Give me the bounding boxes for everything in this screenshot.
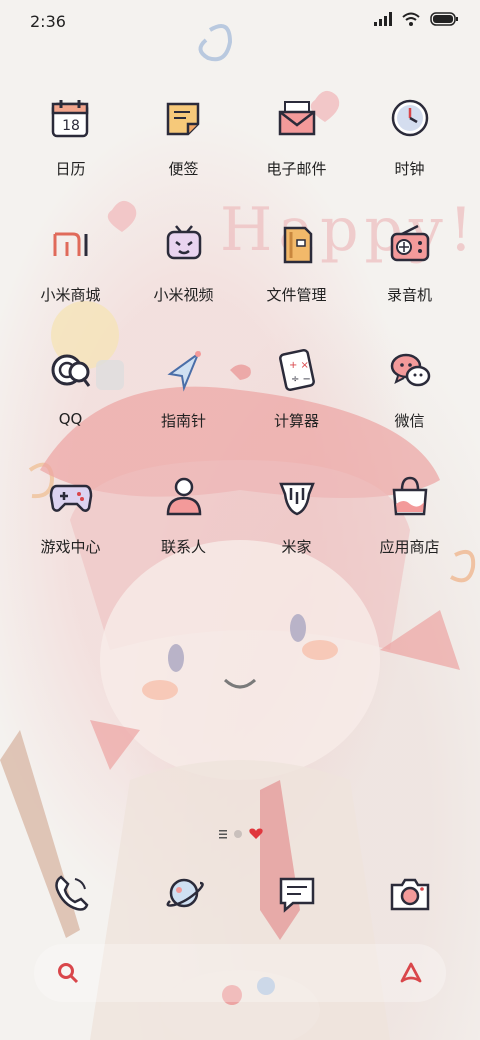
dock-messages[interactable] — [240, 868, 353, 918]
svg-text:÷ −: ÷ − — [291, 374, 311, 385]
app-label: 联系人 — [160, 538, 206, 556]
mi-store-icon — [53, 232, 87, 256]
notes-icon — [166, 102, 199, 136]
app-label: 米家 — [281, 538, 312, 556]
email-icon — [278, 101, 315, 136]
wechat-icon — [390, 353, 430, 387]
app-files[interactable]: 文件管理 — [240, 218, 353, 305]
app-game-center[interactable]: 游戏中心 — [14, 470, 127, 557]
app-label: 微信 — [394, 412, 425, 430]
app-app-store[interactable]: 应用商店 — [353, 470, 466, 557]
app-label: 便签 — [168, 160, 199, 178]
dock — [0, 848, 480, 938]
gamepad-icon — [49, 484, 92, 512]
menu-lines-icon — [219, 830, 227, 839]
calendar-icon: 18 — [51, 100, 88, 138]
app-label: 游戏中心 — [40, 538, 101, 556]
heart-icon[interactable] — [249, 828, 263, 840]
app-label: QQ — [58, 410, 83, 428]
app-label: 小米视频 — [153, 286, 214, 304]
contacts-icon — [166, 477, 201, 516]
app-mi-video[interactable]: 小米视频 — [127, 218, 240, 305]
qq-icon — [51, 354, 90, 387]
app-notes[interactable]: 便签 — [127, 92, 240, 179]
app-label: 日历 — [55, 160, 86, 178]
page-indicator — [219, 828, 263, 840]
app-qq[interactable]: QQ — [14, 344, 127, 428]
app-calendar[interactable]: 18 日历 — [14, 92, 127, 179]
app-label: 录音机 — [386, 286, 432, 304]
folder-icon — [283, 226, 312, 264]
signal-icon — [374, 12, 392, 26]
app-email[interactable]: 电子邮件 — [240, 92, 353, 179]
tv-icon — [166, 225, 201, 260]
phone-icon — [54, 875, 88, 911]
app-label: 指南针 — [160, 412, 206, 430]
app-contacts[interactable]: 联系人 — [127, 470, 240, 557]
radio-icon — [390, 224, 429, 262]
calculator-icon: + × ÷ − — [278, 348, 315, 392]
search-bar[interactable] — [34, 944, 446, 1002]
page-dot-inactive[interactable] — [234, 830, 242, 838]
planet-browser-icon — [166, 878, 204, 908]
app-calculator[interactable]: + × ÷ − 计算器 — [240, 344, 353, 431]
wifi-icon — [402, 12, 420, 26]
dock-browser[interactable] — [127, 868, 240, 918]
dock-camera[interactable] — [353, 868, 466, 918]
battery-icon — [430, 12, 458, 26]
app-recorder[interactable]: 录音机 — [353, 218, 466, 305]
status-time: 2:36 — [30, 12, 66, 31]
compass-icon — [166, 351, 201, 392]
app-label: 电子邮件 — [266, 160, 327, 178]
app-clock[interactable]: 时钟 — [353, 92, 466, 179]
search-icon[interactable] — [56, 961, 80, 985]
app-store-icon — [392, 476, 427, 516]
app-label: 时钟 — [394, 160, 425, 178]
app-label: 小米商城 — [40, 286, 101, 304]
mijia-icon — [278, 482, 315, 516]
svg-text:+ ×: + × — [289, 360, 309, 371]
camera-icon — [390, 878, 429, 911]
app-mijia[interactable]: 米家 — [240, 470, 353, 557]
calendar-day-number: 18 — [62, 118, 80, 134]
app-label: 计算器 — [273, 412, 319, 430]
assistant-icon[interactable] — [398, 961, 424, 985]
app-label: 应用商店 — [379, 538, 440, 556]
app-mi-store[interactable]: 小米商城 — [14, 218, 127, 305]
clock-icon — [391, 99, 428, 137]
app-wechat[interactable]: 微信 — [353, 344, 466, 431]
app-label: 文件管理 — [266, 286, 327, 304]
status-bar: 2:36 — [0, 0, 480, 44]
app-compass[interactable]: 指南针 — [127, 344, 240, 431]
message-icon — [279, 877, 314, 913]
dock-phone[interactable] — [14, 868, 127, 918]
